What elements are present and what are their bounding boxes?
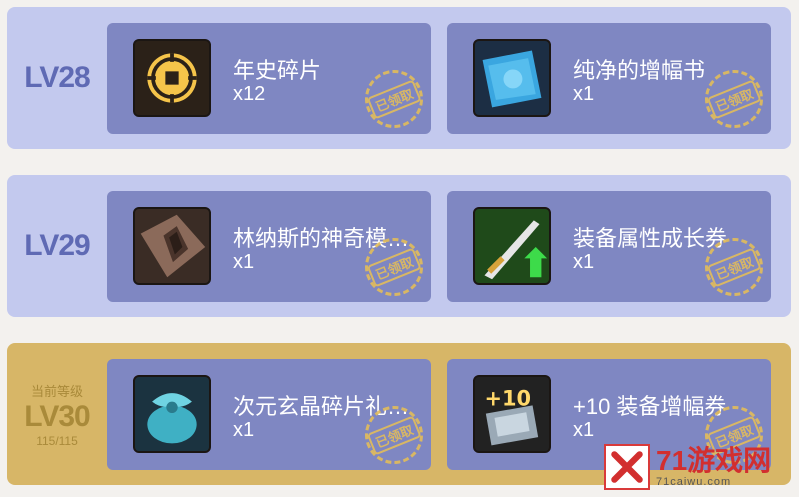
level-block: LV28: [7, 7, 107, 149]
reward-card[interactable]: 林纳斯的神奇模… x1 已领取: [107, 191, 431, 302]
watermark-sub-text: 71caiwu.com: [656, 476, 732, 488]
coin-fragment-icon: [133, 39, 211, 117]
site-watermark: 71游戏网 71caiwu.com: [604, 441, 794, 493]
item-quantity: x1: [233, 251, 255, 273]
reward-card[interactable]: 纯净的增幅书 x1 已领取: [447, 23, 771, 134]
reward-row-lv29: LV29 林纳斯的神奇模… x1 已领取 装备属性成长券 x1 已领取: [7, 175, 791, 317]
level-label: LV29: [24, 229, 90, 262]
item-quantity: x1: [573, 419, 595, 441]
x-logo-icon: [604, 444, 650, 490]
mold-icon: [133, 207, 211, 285]
crystal-pouch-icon: [133, 375, 211, 453]
item-quantity: x1: [573, 83, 595, 105]
reward-card[interactable]: 次元玄晶碎片礼… x1 已领取: [107, 359, 431, 470]
level-label: LV28: [24, 61, 90, 94]
watermark-main-text: 71游戏网: [656, 445, 772, 476]
reward-card[interactable]: 装备属性成长券 x1 已领取: [447, 191, 771, 302]
svg-text:+10: +10: [484, 386, 531, 410]
plus10-ticket-icon: +10: [473, 375, 551, 453]
item-quantity: x12: [233, 83, 266, 105]
level-label: LV30: [24, 399, 90, 433]
level-block: LV29: [7, 175, 107, 317]
reward-card[interactable]: 年史碎片 x12 已领取: [107, 23, 431, 134]
level-block: 当前等级 LV30 115/115: [7, 343, 107, 485]
amplify-book-icon: [473, 39, 551, 117]
item-quantity: x1: [233, 419, 255, 441]
reward-row-lv28: LV28 年史碎片 x12 已领取 纯净的增幅书 x1 已领取: [7, 7, 791, 149]
current-level-label: 当前等级: [30, 383, 83, 399]
sword-upgrade-icon: [473, 207, 551, 285]
item-quantity: x1: [573, 251, 595, 273]
level-progress: 115/115: [36, 433, 78, 448]
